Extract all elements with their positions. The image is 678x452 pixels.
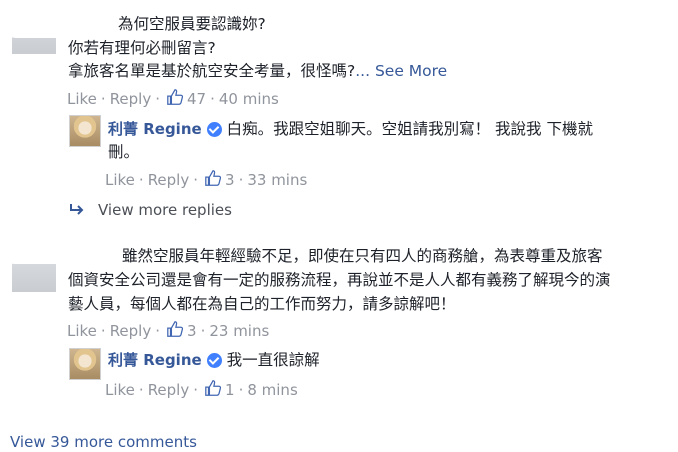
regine-avatar[interactable]: [69, 115, 101, 147]
reply-actions: Like · Reply · 1 · 8 mins: [105, 379, 298, 401]
comment-text-line: 個資安全公司還是會有一定的服務流程，再說並不是人人都有義務了解現今的演: [68, 271, 611, 289]
like-count[interactable]: 3: [187, 322, 197, 340]
reply-link[interactable]: Reply: [148, 171, 190, 189]
thumbs-up-icon: [164, 320, 187, 342]
comment-text-line: 你若有理何必刪留言?: [68, 39, 216, 57]
author-name[interactable]: 利菁 Regine: [108, 120, 202, 138]
reply-text: 白痴。我跟空姐聊天。空姐請我別寫！ 我說我 下機就: [226, 120, 593, 138]
timestamp[interactable]: 40 mins: [219, 90, 279, 108]
thumbs-up-icon: [164, 88, 187, 110]
comment-text-line: 藝人員，每個人都在為自己的工作而努力，請多諒解吧！: [68, 295, 456, 313]
reply-text-line: 刪。: [108, 143, 140, 161]
view-more-replies-link[interactable]: View more replies: [98, 201, 232, 219]
timestamp[interactable]: 8 mins: [247, 381, 297, 399]
verified-badge-icon: [206, 353, 222, 368]
redacted-name: [2, 238, 126, 264]
comment-actions: Like · Reply · 47 · 40 mins: [67, 88, 279, 110]
like-count[interactable]: 1: [225, 381, 235, 399]
reply-text-line: 利菁 Regine 白痴。我跟空姐聊天。空姐請我別寫！ 我說我 下機就: [108, 119, 593, 139]
like-link[interactable]: Like: [105, 171, 135, 189]
timestamp[interactable]: 33 mins: [247, 171, 307, 189]
regine-avatar[interactable]: [69, 348, 101, 380]
reply-actions: Like · Reply · 3 · 33 mins: [105, 169, 308, 191]
comment-text: 拿旅客名單是基於航空安全考量，很怪嗎?: [68, 62, 356, 80]
reply-text-line: 利菁 Regine 我一直很諒解: [108, 350, 320, 370]
like-count[interactable]: 3: [225, 171, 235, 189]
like-link[interactable]: Like: [67, 90, 97, 108]
timestamp[interactable]: 23 mins: [209, 322, 269, 340]
reply-link[interactable]: Reply: [110, 90, 152, 108]
redacted-name: [2, 6, 124, 38]
like-link[interactable]: Like: [105, 381, 135, 399]
author-name[interactable]: 利菁 Regine: [108, 351, 202, 369]
like-link[interactable]: Like: [67, 322, 97, 340]
reply-link[interactable]: Reply: [110, 322, 152, 340]
see-more-link[interactable]: ... See More: [355, 62, 447, 80]
like-count[interactable]: 47: [187, 90, 206, 108]
view-more-comments-link[interactable]: View 39 more comments: [10, 433, 197, 451]
comment-actions: Like · Reply · 3 · 23 mins: [67, 320, 270, 342]
reply-arrow-icon[interactable]: [68, 202, 88, 218]
comment-text-line: 雖然空服員年輕經驗不足，即使在只有四人的商務艙，為表尊重及旅客: [122, 247, 603, 265]
reply-text: 我一直很諒解: [226, 351, 320, 369]
verified-badge-icon: [206, 122, 222, 137]
comment-text-line: 為何空服員要認識妳?: [118, 15, 266, 33]
thumbs-up-icon: [202, 379, 225, 401]
reply-link[interactable]: Reply: [148, 381, 190, 399]
comment-text-line: 拿旅客名單是基於航空安全考量，很怪嗎?... See More: [68, 61, 447, 81]
thumbs-up-icon: [202, 169, 225, 191]
